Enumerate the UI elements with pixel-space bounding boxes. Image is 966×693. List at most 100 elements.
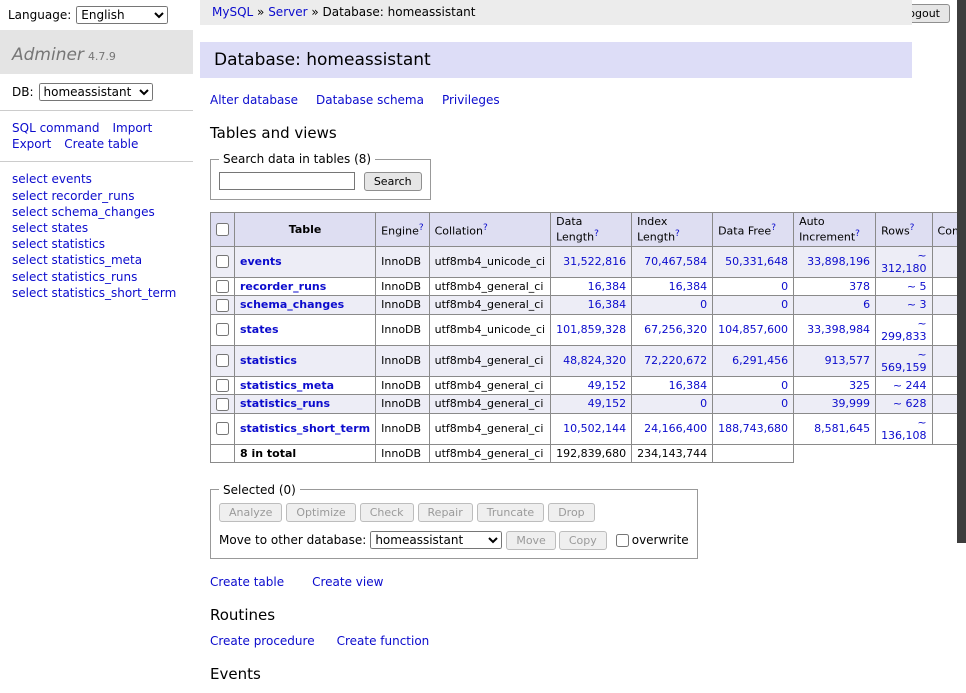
auto-increment-link[interactable]: 325 <box>849 379 870 392</box>
sidebar-table-link-statistics-short-term[interactable]: statistics_short_term <box>51 286 176 300</box>
rows-count-link[interactable]: ~ 628 <box>893 397 927 410</box>
link-privileges[interactable]: Privileges <box>442 93 500 107</box>
link-create-function[interactable]: Create function <box>337 634 430 648</box>
help-link[interactable]: ? <box>675 229 680 239</box>
auto-increment-link[interactable]: 33,398,984 <box>807 323 870 336</box>
rows-count-link[interactable]: ~ 569,159 <box>881 348 927 374</box>
row-checkbox-recorder-runs[interactable] <box>216 280 229 293</box>
index-length-link[interactable]: 67,256,320 <box>644 323 707 336</box>
sidebar-table-link-recorder-runs[interactable]: recorder_runs <box>51 189 134 203</box>
data-length-link[interactable]: 49,152 <box>588 379 627 392</box>
row-checkbox-schema-changes[interactable] <box>216 299 229 312</box>
sidebar-action-sql-command[interactable]: SQL command <box>12 121 99 135</box>
sidebar-table-link-statistics[interactable]: statistics <box>51 237 105 251</box>
table-name-link-events[interactable]: events <box>240 255 282 268</box>
adminer-logo-text[interactable]: Adminer <box>12 45 84 65</box>
link-create-view[interactable]: Create view <box>312 575 383 589</box>
link-create-procedure[interactable]: Create procedure <box>210 634 315 648</box>
rows-count-link[interactable]: ~ 299,833 <box>881 317 927 343</box>
table-name-link-statistics-meta[interactable]: statistics_meta <box>240 379 334 392</box>
data-free-link[interactable]: 0 <box>781 280 788 293</box>
sidebar-table-link-schema-changes[interactable]: schema_changes <box>51 205 154 219</box>
index-length-link[interactable]: 16,384 <box>669 379 708 392</box>
search-button[interactable]: Search <box>364 172 422 191</box>
table-name-link-statistics[interactable]: statistics <box>240 354 297 367</box>
auto-increment-link[interactable]: 33,898,196 <box>807 255 870 268</box>
data-free-link[interactable]: 188,743,680 <box>718 422 788 435</box>
data-length-link[interactable]: 16,384 <box>588 298 627 311</box>
row-checkbox-statistics[interactable] <box>216 354 229 367</box>
sidebar-select-link-events[interactable]: select <box>12 172 48 186</box>
scrollbar[interactable] <box>957 0 966 543</box>
data-length-link[interactable]: 16,384 <box>588 280 627 293</box>
breadcrumb-link-mysql[interactable]: MySQL <box>212 5 253 19</box>
table-name-link-recorder-runs[interactable]: recorder_runs <box>240 280 326 293</box>
auto-increment-link[interactable]: 913,577 <box>825 354 871 367</box>
breadcrumb-link-server[interactable]: Server <box>268 5 307 19</box>
rows-count-link[interactable]: ~ 5 <box>907 280 927 293</box>
data-length-link[interactable]: 48,824,320 <box>563 354 626 367</box>
overwrite-checkbox[interactable] <box>616 534 629 547</box>
row-checkbox-statistics-runs[interactable] <box>216 398 229 411</box>
sidebar-select-link-statistics-short-term[interactable]: select <box>12 286 48 300</box>
data-length-link[interactable]: 49,152 <box>588 397 627 410</box>
sidebar-table-link-statistics-runs[interactable]: statistics_runs <box>51 270 137 284</box>
data-free-link[interactable]: 6,291,456 <box>732 354 788 367</box>
sidebar-action-create-table[interactable]: Create table <box>64 137 138 151</box>
link-database-schema[interactable]: Database schema <box>316 93 424 107</box>
help-link[interactable]: ? <box>771 223 776 233</box>
sidebar-select-link-statistics-meta[interactable]: select <box>12 253 48 267</box>
index-length-link[interactable]: 0 <box>700 298 707 311</box>
index-length-link[interactable]: 0 <box>700 397 707 410</box>
sidebar-table-link-statistics-meta[interactable]: statistics_meta <box>51 253 142 267</box>
table-name-link-statistics-runs[interactable]: statistics_runs <box>240 397 330 410</box>
index-length-link[interactable]: 70,467,584 <box>644 255 707 268</box>
index-length-link[interactable]: 72,220,672 <box>644 354 707 367</box>
auto-increment-link[interactable]: 6 <box>863 298 870 311</box>
help-link[interactable]: ? <box>910 223 915 233</box>
data-length-link[interactable]: 10,502,144 <box>563 422 626 435</box>
sidebar-select-link-states[interactable]: select <box>12 221 48 235</box>
search-input[interactable] <box>219 172 355 190</box>
help-link[interactable]: ? <box>855 229 860 239</box>
row-checkbox-states[interactable] <box>216 323 229 336</box>
data-free-link[interactable]: 104,857,600 <box>718 323 788 336</box>
data-free-link[interactable]: 50,331,648 <box>725 255 788 268</box>
table-name-link-schema-changes[interactable]: schema_changes <box>240 298 344 311</box>
move-db-select[interactable]: homeassistant <box>370 531 502 549</box>
data-free-link[interactable]: 0 <box>781 379 788 392</box>
sidebar-select-link-statistics-runs[interactable]: select <box>12 270 48 284</box>
rows-count-link[interactable]: ~ 136,108 <box>881 416 927 442</box>
sidebar-select-link-recorder-runs[interactable]: select <box>12 189 48 203</box>
sidebar-action-import[interactable]: Import <box>112 121 152 135</box>
sidebar-table-link-states[interactable]: states <box>51 221 88 235</box>
data-free-link[interactable]: 0 <box>781 298 788 311</box>
sidebar-action-export[interactable]: Export <box>12 137 51 151</box>
data-length-link[interactable]: 101,859,328 <box>556 323 626 336</box>
row-checkbox-statistics-short-term[interactable] <box>216 422 229 435</box>
sidebar-select-link-schema-changes[interactable]: select <box>12 205 48 219</box>
select-all-checkbox[interactable] <box>216 223 229 236</box>
row-checkbox-events[interactable] <box>216 255 229 268</box>
row-checkbox-statistics-meta[interactable] <box>216 379 229 392</box>
link-create-table[interactable]: Create table <box>210 575 284 589</box>
auto-increment-link[interactable]: 39,999 <box>832 397 871 410</box>
sidebar-table-link-events[interactable]: events <box>51 172 91 186</box>
table-name-link-statistics-short-term[interactable]: statistics_short_term <box>240 422 370 435</box>
rows-count-link[interactable]: ~ 312,180 <box>881 249 927 275</box>
data-length-link[interactable]: 31,522,816 <box>563 255 626 268</box>
link-alter-database[interactable]: Alter database <box>210 93 298 107</box>
sidebar-select-link-statistics[interactable]: select <box>12 237 48 251</box>
auto-increment-link[interactable]: 378 <box>849 280 870 293</box>
scrollbar-thumb[interactable] <box>957 0 966 543</box>
index-length-link[interactable]: 24,166,400 <box>644 422 707 435</box>
auto-increment-link[interactable]: 8,581,645 <box>814 422 870 435</box>
help-link[interactable]: ? <box>419 223 424 233</box>
language-select[interactable]: English <box>76 6 168 24</box>
help-link[interactable]: ? <box>483 223 488 233</box>
rows-count-link[interactable]: ~ 3 <box>907 298 927 311</box>
help-link[interactable]: ? <box>594 229 599 239</box>
db-select[interactable]: homeassistant <box>39 83 153 101</box>
rows-count-link[interactable]: ~ 244 <box>893 379 927 392</box>
data-free-link[interactable]: 0 <box>781 397 788 410</box>
